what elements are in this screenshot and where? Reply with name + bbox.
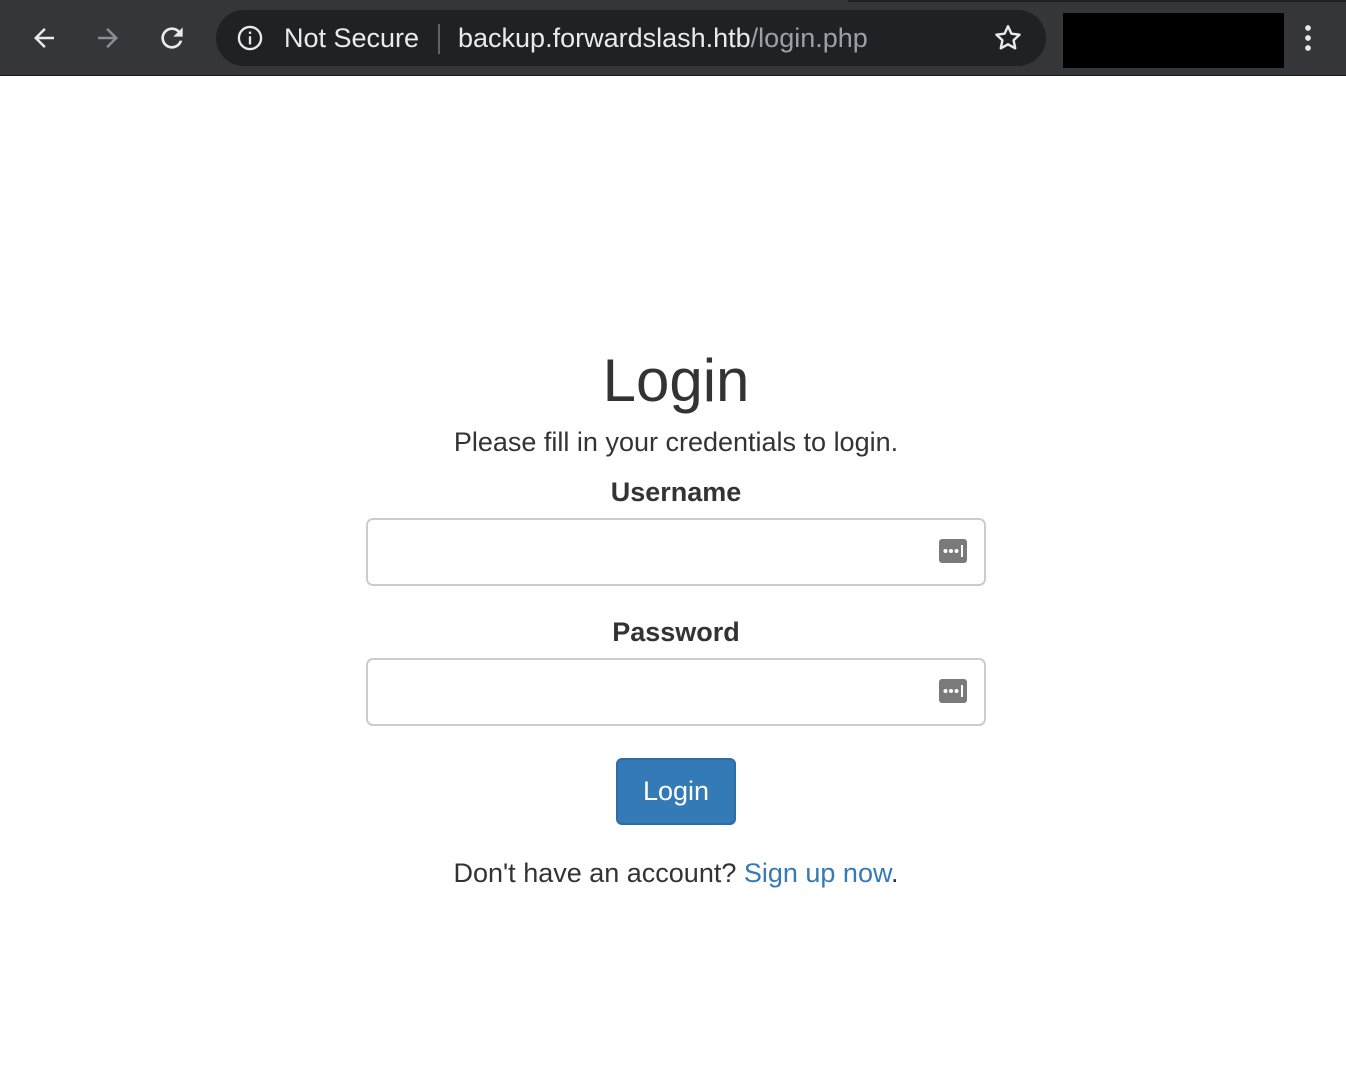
- signup-prompt-text: Don't have an account?: [453, 858, 744, 888]
- password-label: Password: [612, 617, 740, 647]
- url-host: backup.forwardslash.htb: [458, 23, 751, 53]
- username-label: Username: [610, 477, 742, 507]
- username-field-wrapper: [366, 518, 986, 586]
- tab-strip-edge: [848, 0, 1346, 2]
- page-content: Login Please fill in your credentials to…: [0, 76, 1346, 1074]
- password-manager-icon[interactable]: [938, 676, 968, 706]
- url-path: /login.php: [750, 23, 868, 53]
- browser-toolbar: Not Secure backup.forwardslash.htb/login…: [0, 0, 1346, 76]
- omnibox-divider: [438, 24, 440, 54]
- info-circle-icon[interactable]: [236, 24, 264, 52]
- arrow-left-icon: [34, 28, 54, 48]
- reload-icon: [161, 27, 183, 49]
- username-input[interactable]: [368, 520, 984, 584]
- page-subtitle: Please fill in your credentials to login…: [453, 427, 899, 457]
- signup-prompt: Don't have an account? Sign up now.: [366, 857, 986, 889]
- back-button[interactable]: [20, 14, 68, 62]
- address-bar[interactable]: Not Secure backup.forwardslash.htb/login…: [216, 10, 1046, 66]
- redacted-extensions-area: [1063, 13, 1284, 68]
- signup-link[interactable]: Sign up now: [744, 858, 891, 888]
- browser-menu-button[interactable]: [1290, 14, 1326, 62]
- forward-button[interactable]: [84, 14, 132, 62]
- login-form-container: Login Please fill in your credentials to…: [366, 346, 986, 889]
- password-manager-icon[interactable]: [938, 536, 968, 566]
- page-title: Login: [602, 347, 750, 414]
- security-status-label[interactable]: Not Secure: [284, 23, 419, 53]
- submit-row: Login: [366, 726, 986, 825]
- reload-button[interactable]: [148, 14, 196, 62]
- signup-suffix: .: [890, 858, 899, 888]
- url-text[interactable]: backup.forwardslash.htb/login.php: [458, 23, 868, 53]
- login-button[interactable]: Login: [616, 758, 736, 825]
- password-field-wrapper: [366, 658, 986, 726]
- password-input[interactable]: [368, 660, 984, 724]
- arrow-right-icon: [98, 28, 118, 48]
- three-dots-vertical-icon: [1305, 25, 1311, 51]
- star-icon[interactable]: [992, 22, 1024, 54]
